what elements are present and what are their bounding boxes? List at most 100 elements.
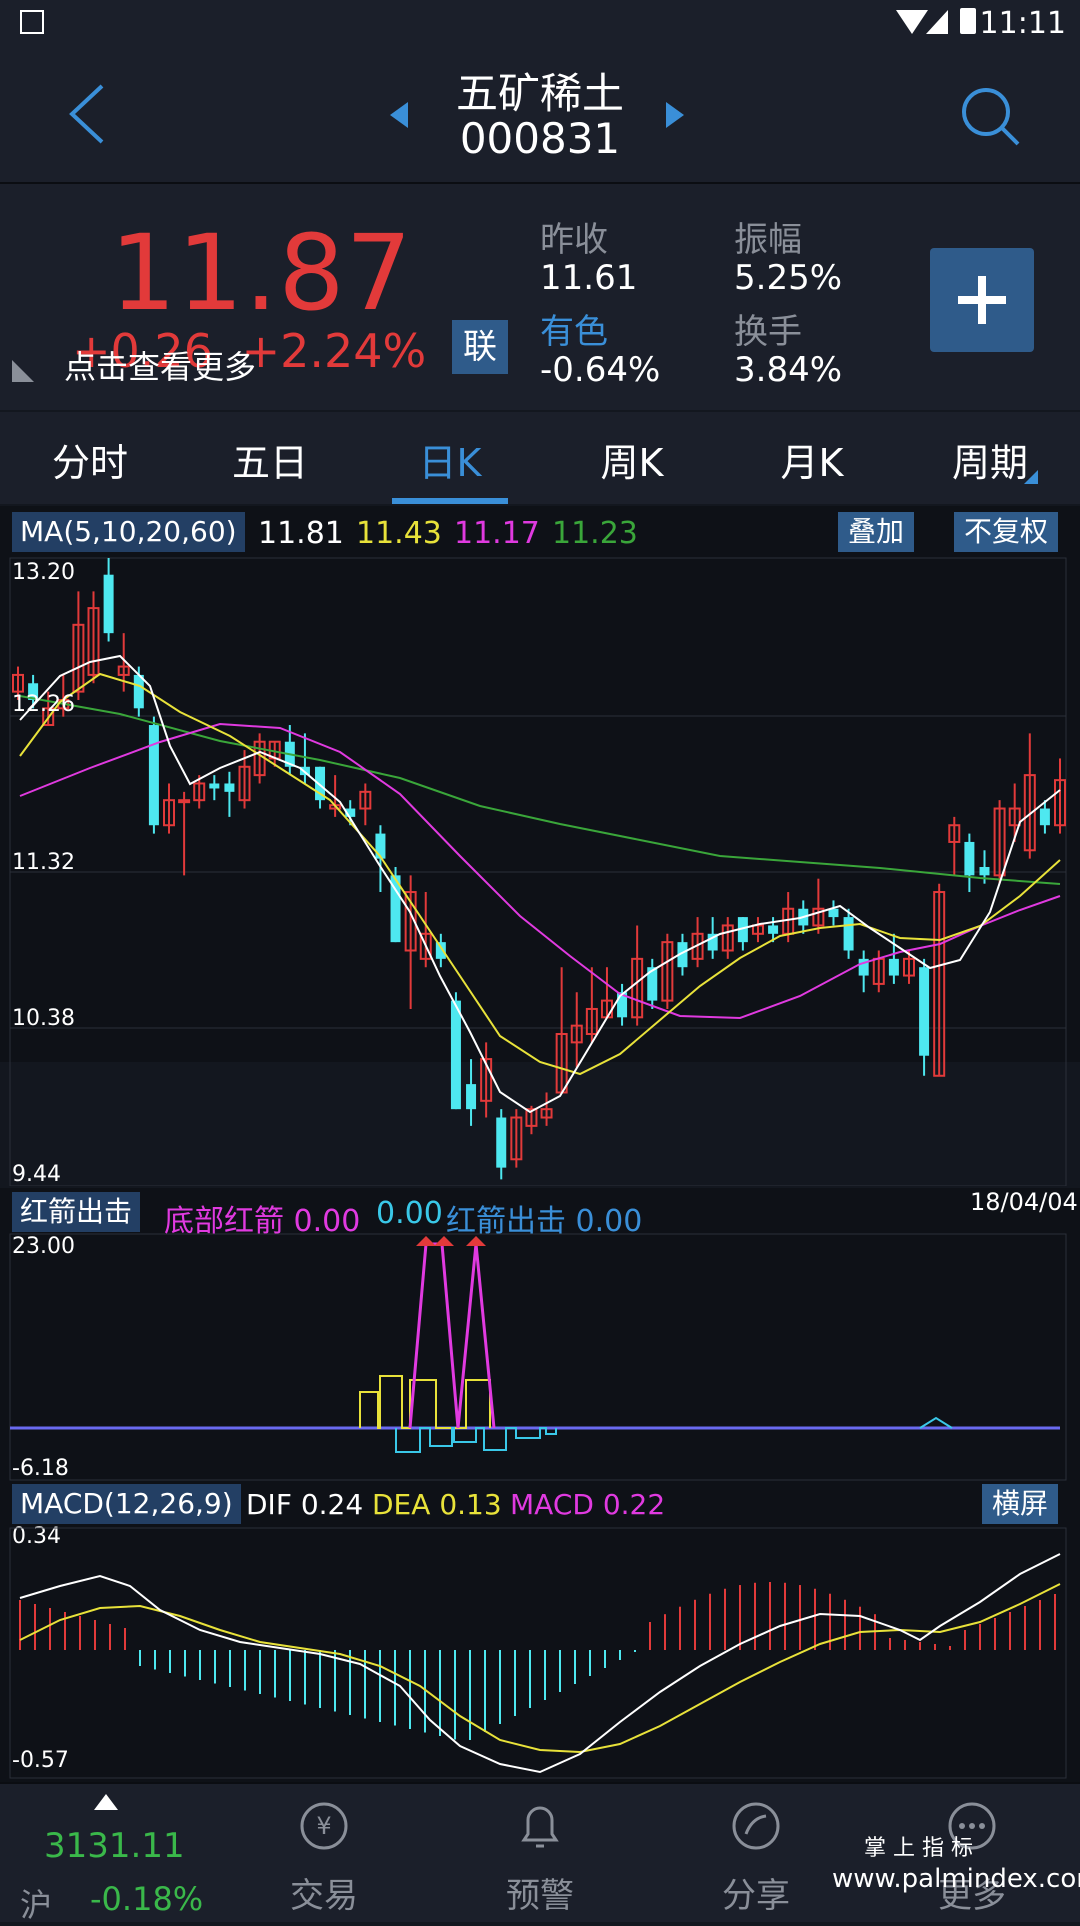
nav-trade[interactable]: 交易 bbox=[234, 1868, 414, 1917]
bottom-nav: 3131.11 沪 -0.18% ¥ 交易 预警 分享 更多 掌 上 指 标 w… bbox=[0, 1782, 1080, 1924]
red-arrow-icon bbox=[466, 1236, 486, 1246]
trade-icon[interactable]: ¥ bbox=[298, 1800, 350, 1852]
macd-value: 0.22 bbox=[602, 1488, 666, 1521]
share-icon[interactable] bbox=[730, 1800, 782, 1852]
candle-body bbox=[466, 1084, 477, 1110]
arrow-value2: 0.00 bbox=[376, 1196, 443, 1231]
candle-body bbox=[979, 866, 990, 876]
status-bar: 11:11 bbox=[0, 0, 1080, 46]
candle-body bbox=[450, 1000, 461, 1110]
tab-monthly-k[interactable]: 月K bbox=[752, 432, 872, 487]
more-tip[interactable]: 点击查看更多 bbox=[64, 342, 256, 388]
lian-button[interactable]: 联 bbox=[452, 320, 508, 374]
battery-icon bbox=[960, 8, 976, 34]
red-arrow-icon bbox=[434, 1236, 454, 1246]
nav-share[interactable]: 分享 bbox=[666, 1868, 846, 1917]
price-change-pct: +2.24% bbox=[241, 324, 427, 378]
nav-alert[interactable]: 预警 bbox=[450, 1868, 630, 1917]
expand-corner-icon bbox=[12, 360, 34, 382]
candle-body bbox=[435, 942, 446, 959]
adjust-button[interactable]: 不复权 bbox=[954, 512, 1059, 552]
tab-daily-k[interactable]: 日K bbox=[392, 432, 508, 487]
candle-body bbox=[148, 725, 159, 826]
candle-body bbox=[964, 841, 975, 876]
plus-icon-vertical bbox=[978, 276, 986, 324]
ma60-value: 11.23 bbox=[552, 516, 638, 551]
dif-line bbox=[19, 1553, 1061, 1774]
dea-line bbox=[19, 1583, 1061, 1754]
search-icon[interactable] bbox=[958, 84, 1022, 148]
tab-weekly-k[interactable]: 周K bbox=[572, 432, 692, 487]
dea-label: DEA 0.13 bbox=[372, 1488, 502, 1521]
index-value[interactable]: 3131.11 bbox=[44, 1826, 185, 1866]
sector-change: -0.64% bbox=[540, 350, 661, 390]
amplitude-label: 振幅 bbox=[734, 220, 802, 260]
turnover-value: 3.84% bbox=[734, 350, 843, 390]
y-tick-2: 12.26 bbox=[12, 692, 75, 717]
wifi-icon bbox=[896, 10, 928, 34]
tab-intraday[interactable]: 分时 bbox=[30, 432, 150, 487]
y-tick-1: 13.20 bbox=[12, 560, 75, 585]
y-tick-3: 11.32 bbox=[12, 850, 75, 875]
ma5-line bbox=[19, 654, 1061, 1114]
overlay-button[interactable]: 叠加 bbox=[838, 512, 915, 552]
y-tick-5: 9.44 bbox=[12, 1162, 61, 1187]
chart-date: 18/04/04 bbox=[970, 1188, 1078, 1216]
dea-name: DEA bbox=[372, 1488, 431, 1521]
dif-value: 0.24 bbox=[300, 1488, 364, 1521]
candle-body bbox=[1039, 808, 1050, 826]
ma10-line bbox=[19, 672, 1061, 1076]
sector-label[interactable]: 有色 bbox=[540, 304, 608, 353]
dif-label: DIF 0.24 bbox=[246, 1488, 363, 1521]
candle-body bbox=[768, 925, 779, 934]
candle-body bbox=[178, 799, 191, 804]
ma60-line bbox=[19, 695, 1061, 885]
candle-body bbox=[375, 833, 386, 859]
amplitude-value: 5.25% bbox=[734, 258, 843, 298]
candle-body bbox=[919, 967, 930, 1056]
dif-name: DIF bbox=[246, 1488, 292, 1521]
watermark-brand: 掌 上 指 标 bbox=[864, 1836, 973, 1861]
index-change: -0.18% bbox=[90, 1880, 204, 1918]
svg-text:¥: ¥ bbox=[316, 1812, 331, 1840]
macd-chart bbox=[9, 1527, 1067, 1779]
arrow-indicator-label[interactable]: 红箭出击 bbox=[12, 1192, 141, 1232]
next-stock-icon[interactable] bbox=[666, 102, 684, 128]
current-price: 11.87 bbox=[110, 212, 413, 334]
candle-body bbox=[103, 574, 114, 634]
ma20-value: 11.17 bbox=[454, 516, 540, 551]
dea-value: 0.13 bbox=[439, 1488, 502, 1521]
red-arrow-icon bbox=[416, 1236, 436, 1246]
kline-chart[interactable] bbox=[0, 556, 1080, 1186]
prev-close-label: 昨收 bbox=[540, 220, 608, 260]
ma-label[interactable]: MA(5,10,20,60) bbox=[12, 512, 245, 552]
macd-label[interactable]: MACD(12,26,9) bbox=[12, 1484, 241, 1524]
tab-five-day[interactable]: 五日 bbox=[210, 432, 330, 487]
cyan-bars bbox=[395, 1427, 557, 1453]
ma10-value: 11.43 bbox=[356, 516, 442, 551]
ma5-value: 11.81 bbox=[258, 516, 344, 551]
bell-icon[interactable] bbox=[514, 1800, 566, 1852]
landscape-button[interactable]: 横屏 bbox=[982, 1484, 1059, 1524]
signal-icon bbox=[926, 10, 948, 34]
header: 五矿稀土 000831 bbox=[0, 46, 1080, 184]
turnover-label: 换手 bbox=[734, 312, 802, 352]
candle-body bbox=[133, 674, 144, 709]
period-tabs: 分时 五日 日K 周K 月K 周期 bbox=[0, 412, 1080, 504]
dropdown-corner-icon bbox=[1024, 470, 1038, 484]
app-notification-icon bbox=[20, 10, 44, 34]
stock-name: 五矿稀土 bbox=[455, 69, 624, 118]
yellow-bars bbox=[359, 1375, 491, 1429]
add-watchlist-button[interactable] bbox=[930, 248, 1034, 352]
active-tab-indicator bbox=[392, 498, 508, 504]
candle-body bbox=[209, 783, 220, 789]
stock-code: 000831 bbox=[459, 114, 621, 163]
y-tick-4: 10.38 bbox=[12, 1006, 75, 1031]
candles-group bbox=[12, 558, 1066, 1180]
index-name: 沪 bbox=[20, 1886, 53, 1924]
candle-body bbox=[224, 783, 235, 792]
candle-body bbox=[496, 1117, 507, 1168]
macd-histogram bbox=[19, 1582, 1056, 1740]
candle-body bbox=[888, 958, 899, 976]
quote-panel: 11.87 +0.26 +2.24% 点击查看更多 联 昨收 11.61 有色 … bbox=[0, 184, 1080, 410]
